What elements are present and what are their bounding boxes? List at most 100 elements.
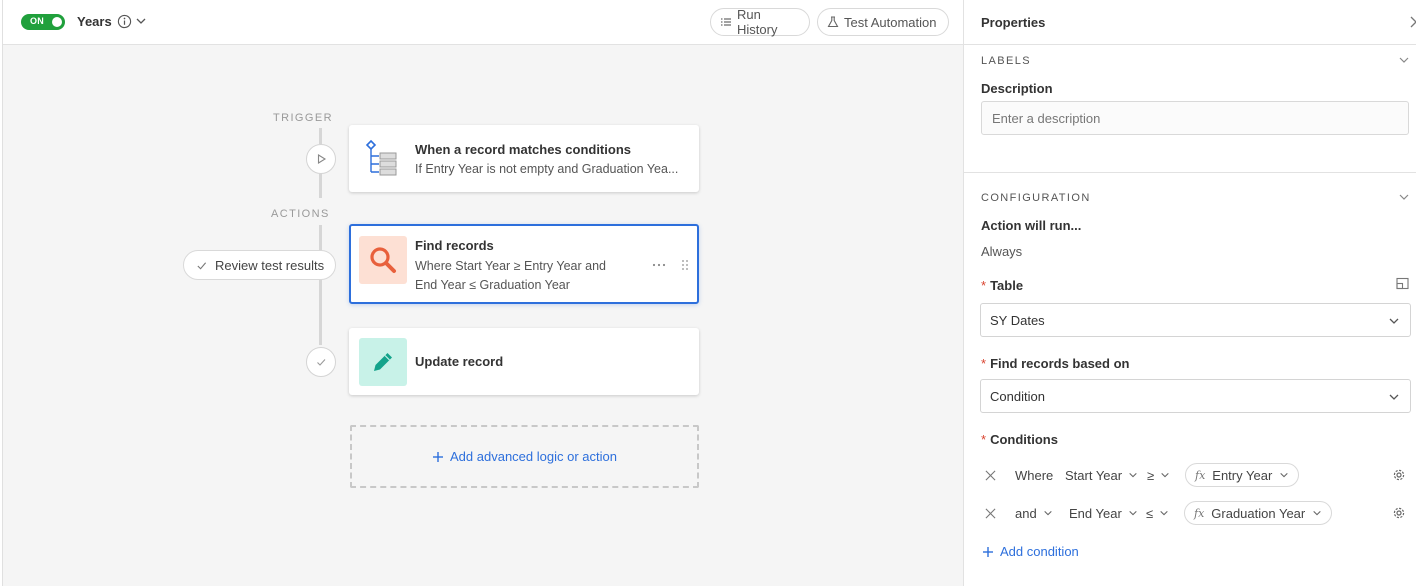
close-icon[interactable] [1410,16,1416,28]
check-icon [317,359,326,366]
list-icon [721,18,731,26]
properties-header: Properties [964,0,1416,45]
condition-row: Where Start Year ≥ fx Entry Year [981,463,1411,487]
trigger-step-marker [306,144,336,174]
more-options-icon[interactable] [652,262,666,268]
condition-operator-dropdown[interactable]: ≤ [1146,501,1169,525]
toggle-knob [52,17,62,27]
plus-icon [983,546,993,557]
remove-condition-button[interactable] [985,501,996,525]
trigger-card[interactable]: When a record matches conditions If Entr… [349,125,699,192]
required-marker: * [981,356,987,371]
condition-field-dropdown[interactable]: End Year [1069,501,1138,525]
find-based-on-select[interactable]: Condition [980,379,1411,413]
formula-icon: fx [1195,468,1206,482]
drag-handle-icon[interactable] [681,259,689,271]
table-label: * Table [981,278,1023,293]
trigger-section-label: TRIGGER [273,112,333,124]
trigger-card-subtitle: If Entry Year is not empty and Graduatio… [415,162,679,176]
required-marker: * [981,278,987,293]
chevron-down-icon [1129,472,1137,478]
chevron-down-icon [1043,510,1052,516]
properties-title: Properties [981,15,1046,30]
conditions-label-text: Conditions [990,432,1058,447]
automation-on-toggle[interactable]: ON [21,14,65,30]
action-runs-value: Always [981,244,1023,259]
condition-conjunction: Where [1015,467,1054,483]
action-runs-label: Action will run... [981,218,1082,233]
condition-settings-button[interactable] [1392,501,1406,525]
run-history-label: Run History [737,7,778,37]
condition-value-field-pill[interactable]: fx Entry Year [1185,463,1300,487]
condition-conjunction-dropdown[interactable]: and [1015,501,1053,525]
find-based-on-value: Condition [990,388,1045,404]
add-advanced-logic-button[interactable]: Add advanced logic or action [350,425,699,488]
check-icon [197,261,207,270]
condition-value-field-label: Graduation Year [1211,505,1306,521]
configuration-section-title[interactable]: CONFIGURATION [981,192,1091,204]
gear-icon [1393,507,1405,519]
chevron-down-icon [1313,510,1321,516]
gear-icon [1393,469,1405,481]
update-step-marker [306,347,336,377]
description-label: Description [981,81,1053,96]
toggle-label: ON [30,16,44,26]
play-icon [317,154,327,164]
plus-icon [433,451,444,462]
review-test-results-label: Review test results [215,257,325,273]
find-records-title: Find records [415,238,494,253]
update-record-card[interactable]: Update record [349,328,699,395]
trigger-card-icon [359,134,407,182]
close-icon [985,508,996,518]
find-based-on-label: * Find records based on [981,356,1129,371]
table-select[interactable]: SY Dates [980,303,1411,337]
chevron-down-icon [1129,510,1137,516]
find-records-subtitle-line2: End Year ≤ Graduation Year [415,278,570,292]
chevron-down-icon [1160,510,1168,516]
condition-value-field-pill[interactable]: fx Graduation Year [1184,501,1333,525]
condition-operator-dropdown[interactable]: ≥ [1147,463,1170,487]
condition-conjunction: and [1015,505,1037,521]
condition-operator-label: ≥ [1147,467,1155,483]
actions-section-label: ACTIONS [271,208,330,220]
timeline-connector [319,225,322,345]
chevron-down-icon[interactable] [1398,191,1410,203]
update-record-icon [359,338,407,386]
condition-field-dropdown[interactable]: Start Year [1065,463,1138,487]
conditions-label: * Conditions [981,432,1058,447]
formula-icon: fx [1194,506,1205,520]
chevron-down-icon [1389,394,1399,400]
find-records-icon [359,236,407,284]
properties-panel: Properties LABELS Description CONFIGURAT… [963,0,1416,586]
add-advanced-logic-label: Add advanced logic or action [450,449,617,464]
table-select-value: SY Dates [990,312,1045,328]
condition-value-field-label: Entry Year [1212,467,1273,483]
review-test-results-button[interactable]: Review test results [183,250,336,280]
condition-field-label: Start Year [1065,467,1123,483]
automation-topbar: ON Years Run History Test Automation [3,0,965,45]
chevron-down-icon [1161,472,1169,478]
test-automation-button[interactable]: Test Automation [817,8,949,36]
condition-row: and End Year ≤ fx Graduation Year [981,501,1411,525]
expand-panel-icon[interactable] [1396,277,1409,290]
chevron-down-icon [1280,472,1288,478]
condition-settings-button[interactable] [1392,463,1406,487]
description-input[interactable] [981,101,1409,135]
add-condition-button[interactable]: Add condition [982,544,1079,559]
pencil-icon [374,353,392,371]
trigger-card-title: When a record matches conditions [415,142,631,157]
timeline-connector [319,128,322,144]
chevron-down-icon[interactable] [1398,54,1410,66]
condition-operator-label: ≤ [1146,505,1154,521]
automation-name[interactable]: Years [77,14,112,29]
condition-field-label: End Year [1069,505,1122,521]
run-history-button[interactable]: Run History [710,7,810,37]
test-automation-label: Test Automation [844,14,937,30]
timeline-connector [319,174,322,198]
info-icon[interactable] [117,14,132,29]
find-based-on-label-text: Find records based on [990,356,1130,371]
remove-condition-button[interactable] [985,463,996,487]
labels-section-title[interactable]: LABELS [981,55,1031,67]
chevron-down-icon[interactable] [135,15,147,27]
find-records-card[interactable]: Find records Where Start Year ≥ Entry Ye… [349,224,699,304]
